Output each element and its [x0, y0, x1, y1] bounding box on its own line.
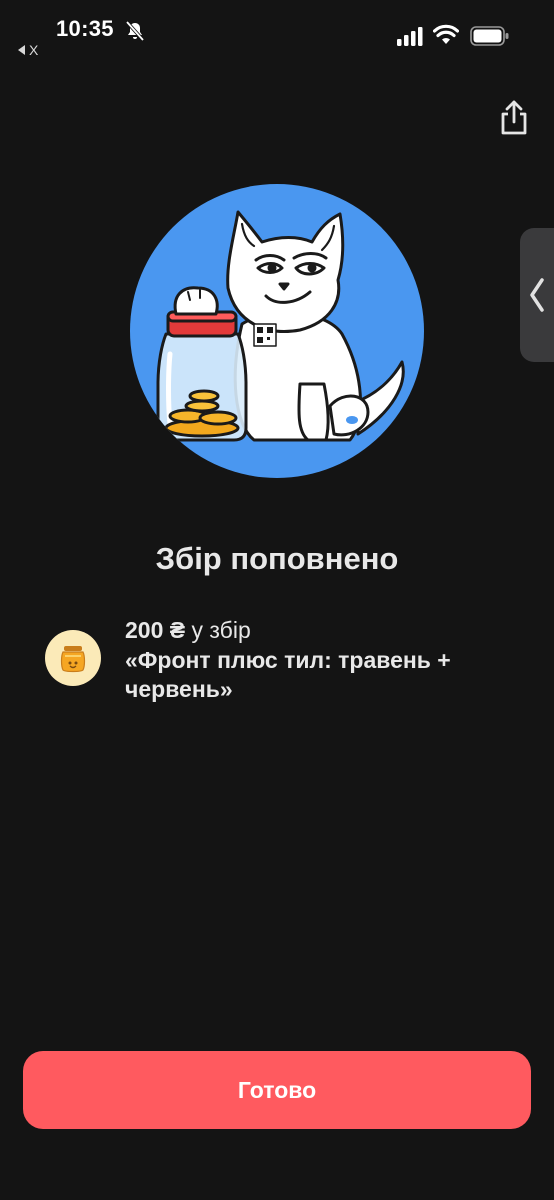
status-bar: 10:35 X: [0, 0, 554, 70]
honey-jar-icon: [45, 630, 101, 686]
wifi-icon: [433, 24, 459, 44]
share-icon[interactable]: [496, 98, 532, 138]
done-button[interactable]: Готово: [23, 1051, 531, 1129]
back-app-label: X: [29, 42, 39, 58]
back-triangle-icon: [18, 45, 25, 55]
back-to-app-button[interactable]: X: [18, 42, 38, 58]
cat-with-coin-jar-illustration: [130, 184, 424, 478]
side-panel-handle[interactable]: [520, 228, 554, 362]
chevron-left-icon: [530, 278, 544, 312]
donation-amount: 200 ₴: [125, 617, 186, 643]
battery-icon: [470, 26, 509, 46]
donation-amount-suffix: у збір: [185, 617, 251, 643]
bell-slash-icon: [125, 20, 145, 42]
page-title: Збір поповнено: [155, 541, 399, 576]
donation-amount-line: 200 ₴ у збір: [125, 616, 251, 644]
signal-icon: [397, 27, 423, 46]
status-time: 10:35: [56, 16, 114, 41]
jar-name: «Фронт плюс тил: травень + червень»: [125, 647, 451, 702]
